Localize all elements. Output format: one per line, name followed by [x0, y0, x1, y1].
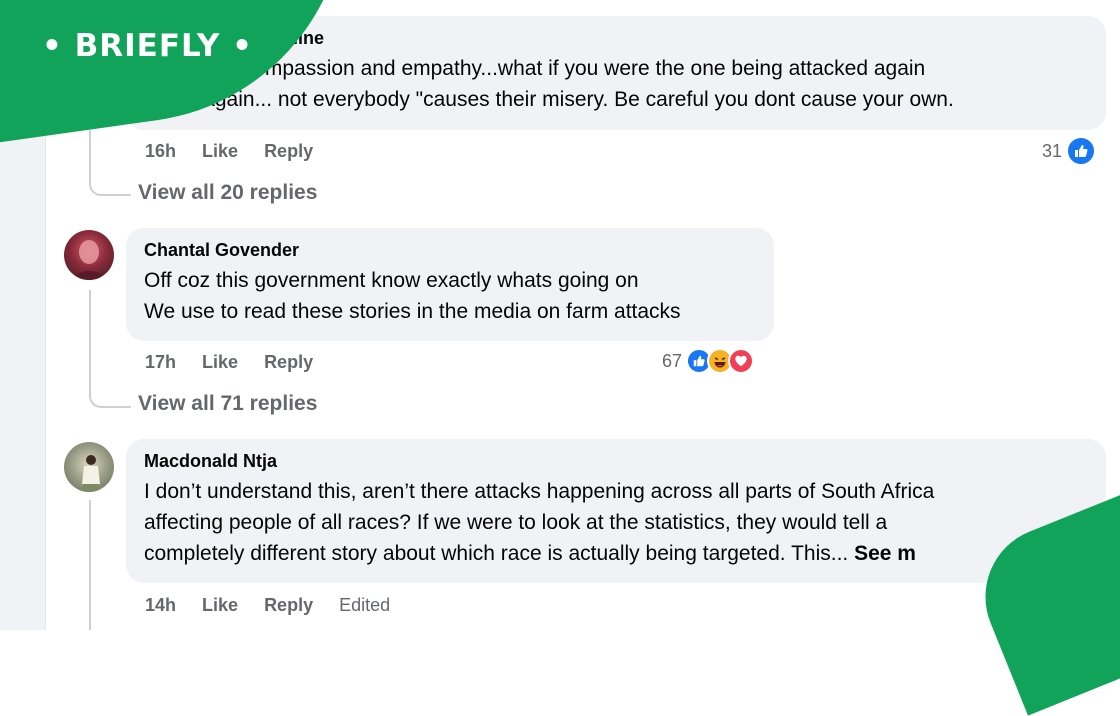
- thread-elbow: [89, 160, 131, 196]
- comment-text: I don’t understand this, aren’t there at…: [144, 476, 1090, 569]
- reaction-icons: [1066, 136, 1097, 166]
- comment-author[interactable]: Macdonald Ntja: [144, 451, 1090, 472]
- comment-text-line: completely different story about which r…: [144, 538, 1090, 569]
- like-button[interactable]: Like: [202, 141, 238, 162]
- thread-elbow: [89, 372, 131, 408]
- view-replies-link[interactable]: View all 20 replies: [138, 181, 317, 205]
- reaction-count: 67: [662, 350, 683, 371]
- like-icon: [1066, 136, 1097, 166]
- comment-actions: 16h Like Reply: [145, 141, 313, 162]
- comment-text-line: Off coz this government know exactly wha…: [144, 269, 639, 292]
- avatar[interactable]: [64, 230, 114, 280]
- reply-button[interactable]: Reply: [264, 595, 313, 616]
- like-button[interactable]: Like: [202, 595, 238, 616]
- thread-line: [89, 290, 91, 380]
- reaction-summary[interactable]: 31: [1042, 136, 1097, 166]
- comment-text-line: We use to read these stories in the medi…: [144, 300, 681, 323]
- comment-text-line: affecting people of all races? If we wer…: [144, 511, 888, 534]
- reaction-count: 31: [1042, 140, 1063, 161]
- comment-time[interactable]: 16h: [145, 141, 176, 162]
- love-icon: [728, 348, 755, 374]
- comment-text-line: nd again... not everybody "causes their …: [174, 88, 954, 111]
- like-button[interactable]: Like: [202, 352, 238, 373]
- edited-label: Edited: [339, 595, 391, 615]
- comment-text-line: I don’t understand this, aren’t there at…: [144, 480, 935, 503]
- avatar[interactable]: [64, 442, 114, 492]
- comment-time[interactable]: 14h: [145, 595, 176, 616]
- reaction-summary[interactable]: 67: [662, 348, 755, 374]
- comment-bubble: Chantal Govender Off coz this government…: [126, 228, 774, 341]
- comment-text: ome compassion and empathy...what if you…: [144, 53, 1090, 115]
- comment-text-line-end: completely different story about which r…: [144, 542, 855, 565]
- comment-text-line: ome compassion and empathy...what if you…: [196, 57, 926, 80]
- briefly-logo: • BRIEFLY •: [42, 28, 253, 64]
- reply-button[interactable]: Reply: [264, 352, 313, 373]
- comment-author[interactable]: Chantal Govender: [144, 240, 758, 261]
- comment-bubble: Macdonald Ntja I don’t understand this, …: [126, 439, 1106, 583]
- comment-time[interactable]: 17h: [145, 352, 176, 373]
- see-more-link[interactable]: See m: [854, 542, 916, 565]
- comment-actions: 14h Like Reply Edited: [145, 595, 390, 616]
- comment-text: Off coz this government know exactly wha…: [144, 265, 758, 327]
- comment-actions: 17h Like Reply: [145, 352, 313, 373]
- thread-line: [89, 500, 91, 630]
- reply-button[interactable]: Reply: [264, 141, 313, 162]
- view-replies-link[interactable]: View all 71 replies: [138, 392, 317, 416]
- reaction-icons: [686, 348, 755, 374]
